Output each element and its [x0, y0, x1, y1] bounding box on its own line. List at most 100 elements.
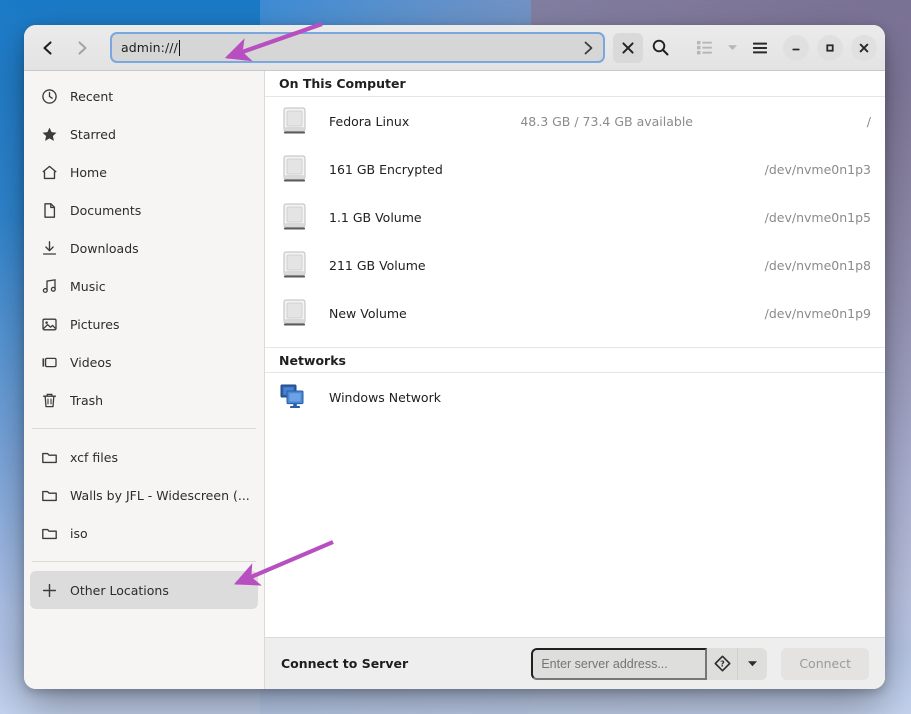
group-title: Networks: [279, 352, 346, 368]
row-name: 211 GB Volume: [329, 257, 426, 273]
text-cursor: [178, 39, 180, 56]
video-icon: [40, 353, 58, 371]
sidebar-item-iso[interactable]: iso: [30, 514, 258, 552]
table-row[interactable]: New Volume /dev/nvme0n1p9: [265, 289, 885, 337]
back-button[interactable]: [32, 33, 64, 63]
table-row[interactable]: Windows Network: [265, 373, 885, 421]
drive-harddisk-icon: [279, 298, 309, 328]
close-button[interactable]: [851, 34, 877, 61]
list-view-icon: [696, 41, 712, 55]
svg-text:?: ?: [720, 660, 725, 669]
sidebar-item-trash[interactable]: Trash: [30, 381, 258, 419]
help-button[interactable]: ?: [707, 647, 738, 680]
sidebar-item-xcf-files[interactable]: xcf files: [30, 438, 258, 476]
connect-to-server-label: Connect to Server: [281, 656, 409, 671]
row-mount-point: /dev/nvme0n1p5: [764, 209, 871, 225]
server-address-input[interactable]: [531, 647, 708, 680]
table-row[interactable]: Fedora Linux 48.3 GB / 73.4 GB available…: [265, 97, 885, 145]
row-name: New Volume: [329, 305, 407, 321]
sidebar-item-label: Walls by JFL - Widescreen (...: [70, 487, 250, 503]
help-icon: ?: [714, 655, 731, 672]
drive-harddisk-icon: [279, 250, 309, 280]
sidebar: Recent Starred Home Documents Downloads …: [24, 71, 265, 689]
table-row[interactable]: 1.1 GB Volume /dev/nvme0n1p5: [265, 193, 885, 241]
sidebar-item-music[interactable]: Music: [30, 267, 258, 305]
sidebar-item-label: Music: [70, 278, 106, 294]
sidebar-item-pictures[interactable]: Pictures: [30, 305, 258, 343]
plus-icon: [40, 581, 58, 599]
row-name: 1.1 GB Volume: [329, 209, 422, 225]
sidebar-item-label: iso: [70, 525, 88, 541]
content-area: On This Computer Fedora Linux 48.3 GB / …: [265, 71, 885, 689]
group-header-networks: Networks: [265, 347, 885, 373]
main-menu-button[interactable]: [745, 33, 775, 63]
row-name: Windows Network: [329, 389, 441, 405]
table-row[interactable]: 161 GB Encrypted /dev/nvme0n1p3: [265, 145, 885, 193]
sidebar-item-label: Starred: [70, 126, 116, 142]
row-name: Fedora Linux: [329, 113, 410, 129]
sidebar-item-label: xcf files: [70, 449, 118, 465]
close-icon: [622, 41, 634, 54]
sidebar-item-label: Downloads: [70, 240, 139, 256]
drive-harddisk-icon: [279, 202, 309, 232]
connect-to-server-controls: ? Connect: [531, 647, 869, 680]
folder-icon: [40, 524, 58, 542]
sidebar-item-label: Other Locations: [70, 582, 169, 598]
window-body: Recent Starred Home Documents Downloads …: [24, 71, 885, 689]
table-row[interactable]: 211 GB Volume /dev/nvme0n1p8: [265, 241, 885, 289]
sidebar-item-starred[interactable]: Starred: [30, 115, 258, 153]
forward-button[interactable]: [66, 33, 98, 63]
row-mount-point: /: [866, 113, 871, 129]
row-mount-point: /dev/nvme0n1p8: [764, 257, 871, 273]
drive-harddisk-icon: [279, 106, 309, 136]
chevron-down-icon: [748, 661, 758, 667]
sidebar-separator: [32, 428, 256, 429]
download-icon: [40, 239, 58, 257]
close-icon: [859, 43, 869, 52]
star-icon: [40, 125, 58, 143]
row-name: 161 GB Encrypted: [329, 161, 443, 177]
row-mount-point: /dev/nvme0n1p9: [764, 305, 871, 321]
connect-button[interactable]: Connect: [781, 647, 869, 680]
files-window: admin:/// Recent Starred Home Documents …: [24, 25, 885, 689]
clear-path-button[interactable]: [613, 32, 643, 63]
clock-icon: [40, 87, 58, 105]
minimize-button[interactable]: [783, 34, 809, 61]
path-entry[interactable]: admin:///: [110, 32, 605, 63]
sidebar-item-documents[interactable]: Documents: [30, 191, 258, 229]
sidebar-item-other-locations[interactable]: Other Locations: [30, 571, 258, 609]
group-title: On This Computer: [279, 76, 406, 91]
folder-icon: [40, 486, 58, 504]
maximize-icon: [826, 43, 834, 52]
home-icon: [40, 163, 58, 181]
folder-icon: [40, 448, 58, 466]
chevron-down-icon: [727, 45, 737, 50]
maximize-button[interactable]: [817, 34, 843, 61]
sidebar-item-label: Home: [70, 164, 107, 180]
sidebar-item-recent[interactable]: Recent: [30, 77, 258, 115]
sidebar-item-label: Trash: [70, 392, 104, 408]
sidebar-filler: [24, 609, 264, 689]
header-bar: admin:///: [24, 25, 885, 71]
music-icon: [40, 277, 58, 295]
locations-list: On This Computer Fedora Linux 48.3 GB / …: [265, 71, 885, 637]
chevron-left-icon: [43, 40, 52, 55]
view-list-button[interactable]: [689, 33, 719, 63]
sidebar-item-downloads[interactable]: Downloads: [30, 229, 258, 267]
sidebar-item-label: Recent: [70, 88, 114, 104]
picture-icon: [40, 315, 58, 333]
path-entry-go-button[interactable]: [579, 39, 597, 57]
row-free-space: 48.3 GB / 73.4 GB available: [520, 113, 693, 129]
view-options-button[interactable]: [721, 33, 743, 63]
search-button[interactable]: [645, 33, 675, 63]
chevron-right-icon: [78, 40, 87, 55]
connect-to-server-bar: Connect to Server ? Connect: [265, 637, 885, 689]
sidebar-item-videos[interactable]: Videos: [30, 343, 258, 381]
sidebar-separator: [32, 561, 256, 562]
sidebar-item-home[interactable]: Home: [30, 153, 258, 191]
hamburger-menu-icon: [753, 42, 767, 53]
path-entry-value: admin:///: [121, 40, 178, 55]
chevron-right-icon: [584, 41, 593, 54]
sidebar-item-walls-by-jfl[interactable]: Walls by JFL - Widescreen (...: [30, 476, 258, 514]
recent-servers-dropdown-button[interactable]: [737, 647, 768, 680]
